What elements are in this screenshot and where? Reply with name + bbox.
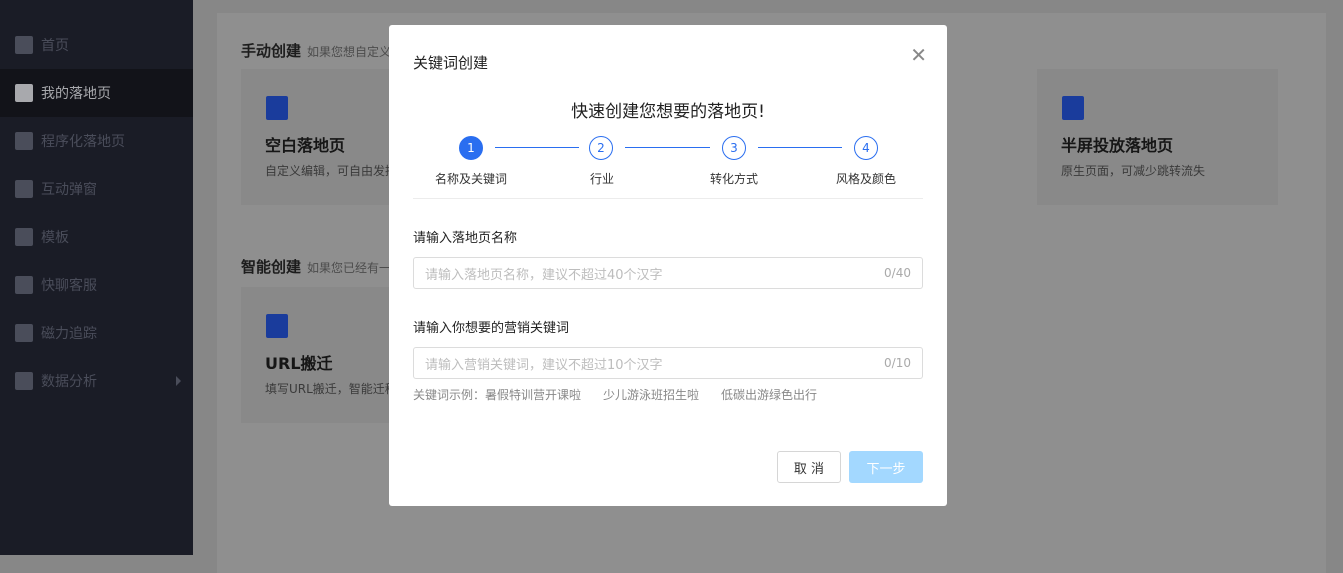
smart-section-title: 智能创建 如果您已经有一 — [241, 258, 392, 276]
bookmark-icon — [15, 324, 33, 342]
step-connector — [625, 147, 710, 148]
sidebar-item-programmatic[interactable]: 程序化落地页 — [0, 117, 193, 165]
sidebar-item-chat[interactable]: 快聊客服 — [0, 261, 193, 309]
link-icon — [266, 314, 288, 338]
char-count: 0/10 — [884, 356, 911, 370]
example-label: 关键词示例：暑假特训营开课啦 — [413, 388, 582, 402]
step-connector — [758, 147, 842, 148]
example-keyword[interactable]: 少儿游泳班招生啦 — [603, 386, 699, 403]
chat-icon — [15, 276, 33, 294]
step-2: 2 — [589, 136, 613, 160]
sidebar-item-tracking[interactable]: 磁力追踪 — [0, 309, 193, 357]
chevron-right-icon — [176, 376, 181, 386]
keyword-create-dialog: 关键词创建 ✕ 快速创建您想要的落地页! 1 2 3 4 名称及关键词 行业 转… — [389, 25, 947, 506]
step-label: 转化方式 — [709, 172, 759, 186]
manual-section-title: 手动创建 如果您想自定义 — [241, 42, 392, 60]
flow-icon — [15, 132, 33, 150]
cancel-button[interactable]: 取 消 — [777, 451, 841, 483]
next-step-button[interactable]: 下一步 — [849, 451, 923, 483]
keyword-label: 请输入你想要的营销关键词 — [413, 321, 570, 336]
char-count: 0/40 — [884, 266, 911, 280]
sidebar-item-popup[interactable]: 互动弹窗 — [0, 165, 193, 213]
bookmark-icon — [15, 180, 33, 198]
step-connector — [495, 147, 579, 148]
step-4: 4 — [854, 136, 878, 160]
divider — [413, 198, 923, 199]
close-icon[interactable]: ✕ — [910, 43, 927, 67]
example-keyword[interactable]: 低碳出游绿色出行 — [721, 386, 817, 403]
sidebar: 首页 我的落地页 程序化落地页 互动弹窗 模板 快聊客服 磁力追踪 数据分析 — [0, 0, 193, 555]
card-half-screen[interactable]: 半屏投放落地页 原生页面，可减少跳转流失 — [1037, 69, 1278, 205]
sidebar-item-my-landing-pages[interactable]: 我的落地页 — [0, 69, 193, 117]
home-icon — [15, 36, 33, 54]
page-name-input[interactable]: 请输入落地页名称，建议不超过40个汉字 0/40 — [413, 257, 923, 289]
template-icon — [15, 228, 33, 246]
keyword-examples: 关键词示例：暑假特训营开课啦 少儿游泳班招生啦 低碳出游绿色出行 — [413, 386, 817, 403]
sidebar-item-template[interactable]: 模板 — [0, 213, 193, 261]
keyword-input[interactable]: 请输入营销关键词，建议不超过10个汉字 0/10 — [413, 347, 923, 379]
add-page-icon — [266, 96, 288, 120]
step-label: 名称及关键词 — [434, 172, 508, 186]
name-label: 请输入落地页名称 — [413, 231, 518, 246]
document-icon — [15, 84, 33, 102]
step-1: 1 — [459, 136, 483, 160]
dialog-heading: 快速创建您想要的落地页! — [571, 102, 765, 122]
sidebar-item-home[interactable]: 首页 — [0, 21, 193, 69]
dialog-title: 关键词创建 — [413, 54, 489, 72]
phone-download-icon — [1062, 96, 1084, 120]
step-3: 3 — [722, 136, 746, 160]
sidebar-item-analytics[interactable]: 数据分析 — [0, 357, 193, 405]
step-label: 行业 — [589, 172, 615, 186]
step-label: 风格及颜色 — [835, 172, 897, 186]
bar-chart-icon — [15, 372, 33, 390]
